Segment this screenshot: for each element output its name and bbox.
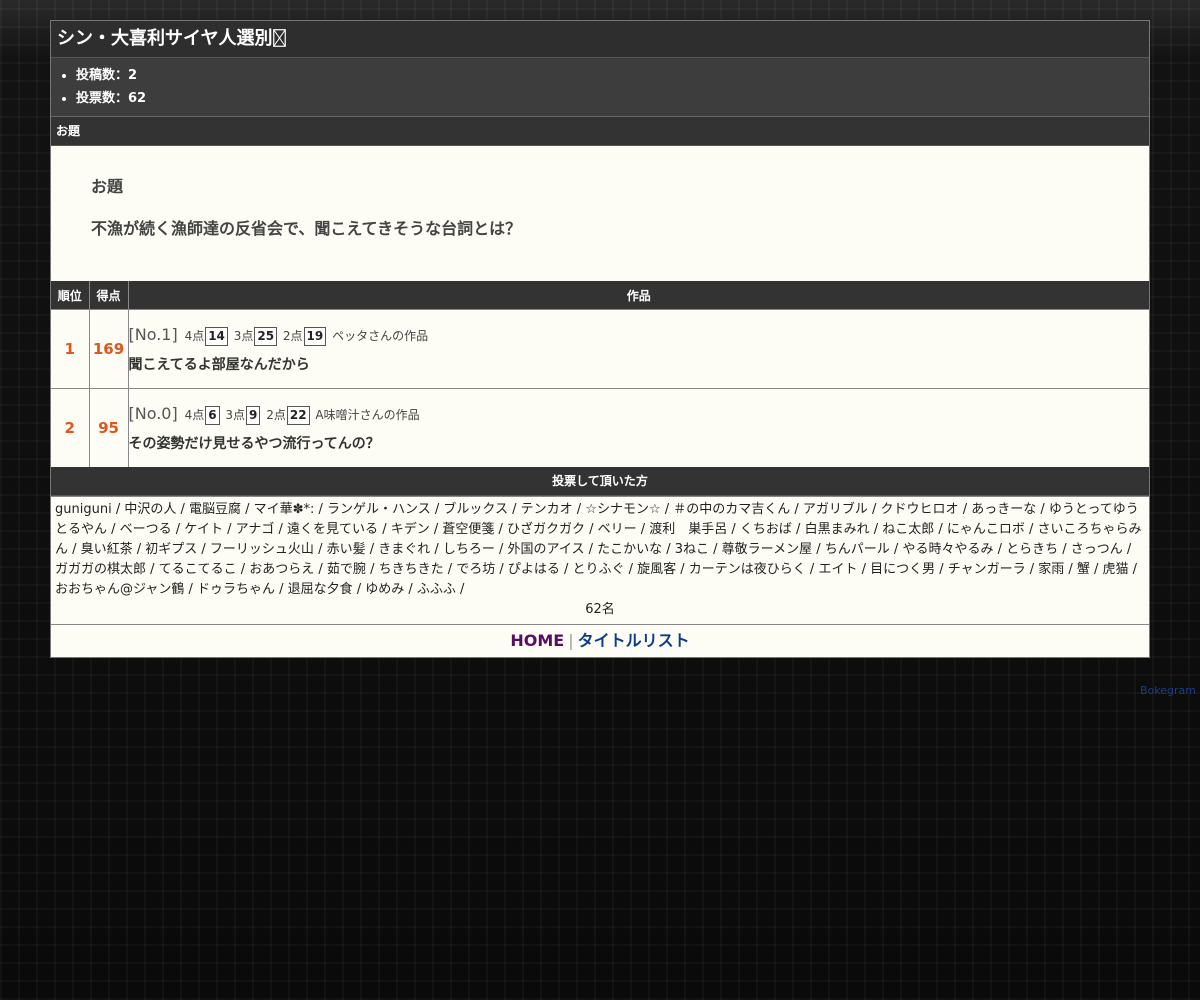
stat-vote-count: 投票数：62 <box>76 87 1149 110</box>
points-3-label: 3点 <box>225 408 246 422</box>
footer-nav: HOME | タイトルリスト <box>51 624 1149 657</box>
rank-cell: 2 <box>51 388 89 467</box>
voters-list: guniguni / 中沢の人 / 電脳豆腐 / マイ華✽*: / ランゲル・ハ… <box>51 496 1149 624</box>
header-rank: 順位 <box>51 281 89 310</box>
work-meta: [No.0] 4点 6 3点 9 2点 22 A味噌汁さんの作品 <box>129 401 1150 427</box>
table-row: 1 169 [No.1] 4点 14 3点 25 2点 19 ペッタさんの作品 聞こえ… <box>51 309 1150 389</box>
points-2-count: 19 <box>303 327 327 346</box>
work-number: [No.1] <box>128 325 178 344</box>
work-cell: [No.1] 4点 14 3点 25 2点 19 ペッタさんの作品 聞こえてるよ部屋な… <box>127 309 1150 389</box>
stat-post-count: 投稿数：2 <box>76 64 1149 87</box>
points-4-count: 6 <box>205 406 220 425</box>
odai-panel: お題 不漁が続く漁師達の反省会で、聞こえてきそうな台詞とは？ <box>51 146 1149 281</box>
points-3-label: 3点 <box>233 329 254 343</box>
bokegram-link[interactable]: Bokegram <box>1140 684 1196 697</box>
title-list-link[interactable]: タイトルリスト <box>578 631 690 650</box>
points-3-count: 9 <box>246 406 261 425</box>
home-link[interactable]: HOME <box>510 631 564 650</box>
table-row: 2 95 [No.0] 4点 6 3点 9 2点 22 A味噌汁さんの作品 その姿勢だ… <box>51 388 1150 467</box>
results-header-row: 順位 得点 作品 <box>51 281 1149 310</box>
header-score: 得点 <box>88 281 128 310</box>
score-cell: 169 <box>88 309 128 389</box>
work-cell: [No.0] 4点 6 3点 9 2点 22 A味噌汁さんの作品 その姿勢だけ見せるや… <box>127 388 1150 467</box>
points-4-count: 14 <box>205 327 228 346</box>
work-text: その姿勢だけ見せるやつ流行ってんの？ <box>128 436 380 452</box>
missing-glyph-icon <box>273 29 287 47</box>
work-number: [No.0] <box>128 404 178 423</box>
points-4-label: 4点 <box>184 329 205 343</box>
work-meta: [No.1] 4点 14 3点 25 2点 19 ペッタさんの作品 <box>129 322 1150 348</box>
rank-cell: 1 <box>51 309 89 389</box>
header-work: 作品 <box>127 281 1149 310</box>
odai-label: お題 <box>91 177 124 196</box>
odai-section-header: お題 <box>51 117 1149 146</box>
points-3-count: 25 <box>254 327 278 346</box>
work-author: ペッタさんの作品 <box>332 329 429 343</box>
nav-separator: | <box>568 631 574 650</box>
voter-count: 62名 <box>585 602 615 617</box>
odai-text: 不漁が続く漁師達の反省会で、聞こえてきそうな台詞とは？ <box>91 219 522 238</box>
voters-section-header: 投票して頂いた方 <box>51 467 1149 496</box>
page-title-bar: シン・大喜利サイヤ人選別 <box>51 21 1149 58</box>
points-4-label: 4点 <box>184 408 205 422</box>
points-2-label: 2点 <box>266 408 286 422</box>
points-2-label: 2点 <box>282 329 303 343</box>
page-container: シン・大喜利サイヤ人選別 投稿数：2 投票数：62 お題 お題 不漁が続く漁師達… <box>50 20 1150 658</box>
voter-names: guniguni / 中沢の人 / 電脳豆腐 / マイ華✽*: / ランゲル・ハ… <box>55 502 1142 597</box>
work-author: A味噌汁さんの作品 <box>315 408 420 422</box>
points-2-count: 22 <box>286 406 310 425</box>
results-table: 順位 得点 作品 1 169 [No.1] 4点 14 3点 25 2点 19 ペッタ… <box>51 281 1149 467</box>
work-text: 聞こえてるよ部屋なんだから <box>128 357 310 373</box>
post-stats-list: 投稿数：2 投票数：62 <box>51 58 1149 117</box>
page-title: シン・大喜利サイヤ人選別 <box>57 28 273 49</box>
score-cell: 95 <box>88 388 128 467</box>
